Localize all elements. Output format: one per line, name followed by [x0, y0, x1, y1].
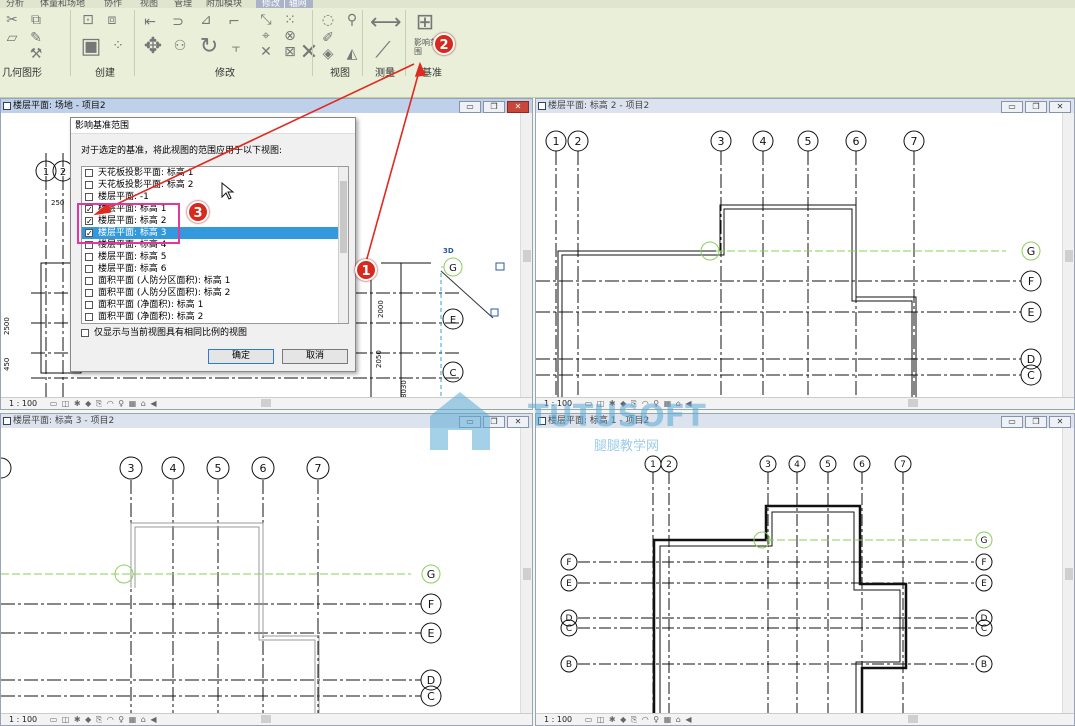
- annotation-arrows: [93, 61, 427, 263]
- arrow-to-ribbon-button: [365, 67, 421, 263]
- mouse-cursor-icon: [221, 181, 235, 200]
- selection-highlight-box: [77, 203, 180, 244]
- callout-1: 1: [355, 259, 377, 281]
- callout-2: 2: [433, 33, 455, 55]
- arrow-to-dialog: [99, 63, 415, 213]
- arrow-head: [414, 61, 427, 77]
- callout-3: 3: [187, 201, 209, 223]
